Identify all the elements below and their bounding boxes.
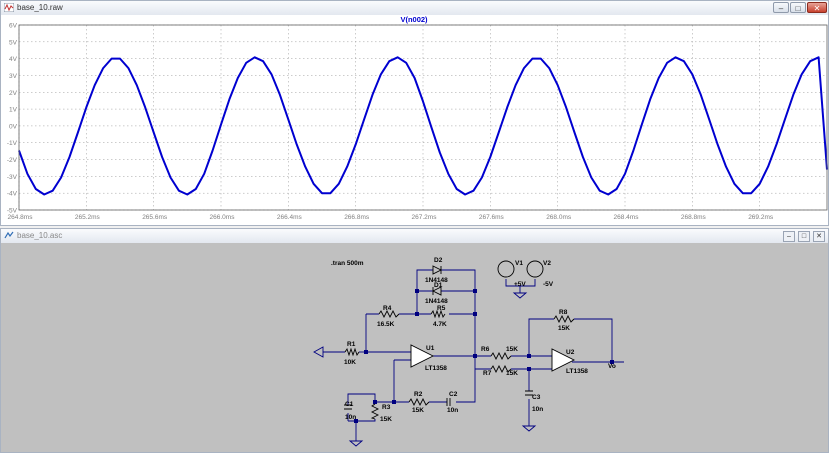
label-u1-value: LT1358 bbox=[425, 365, 447, 372]
label-v2-value: -5V bbox=[543, 281, 554, 288]
label-r5-value: 4.7K bbox=[433, 321, 447, 328]
label-r1-ref: R1 bbox=[347, 341, 356, 348]
plot-window[interactable]: base_10.raw – □ ✕ V(n002) 264.8ms 265.2ms… bbox=[0, 0, 829, 226]
x-tick-label: 265.2ms bbox=[75, 214, 101, 221]
label-r8-value: 15K bbox=[558, 325, 570, 332]
y-tick-label: -3V bbox=[7, 174, 18, 181]
y-tick-label: -1V bbox=[7, 140, 18, 147]
y-tick-label: 1V bbox=[9, 107, 18, 114]
x-tick-label: 267.6ms bbox=[479, 214, 505, 221]
y-tick-label: -5V bbox=[7, 208, 18, 215]
x-tick-label: 267.2ms bbox=[412, 214, 438, 221]
y-tick-label: 6V bbox=[9, 23, 18, 30]
minimize-button[interactable]: – bbox=[773, 2, 789, 13]
x-tick-label: 265.6ms bbox=[142, 214, 168, 221]
schematic-window-titlebar[interactable]: base_10.asc – □ ✕ bbox=[1, 229, 828, 244]
label-c1-value: 10n bbox=[345, 414, 356, 421]
y-tick-label: 3V bbox=[9, 73, 18, 80]
label-v2-ref: V2 bbox=[543, 260, 551, 267]
label-r6-ref: R6 bbox=[481, 346, 490, 353]
label-r4-ref: R4 bbox=[383, 305, 392, 312]
label-d2-ref: D2 bbox=[434, 257, 443, 264]
label-r7-ref: R7 bbox=[483, 370, 492, 377]
y-tick-label: -4V bbox=[7, 191, 18, 198]
schematic-window-title: base_10.asc bbox=[17, 231, 63, 240]
label-c2-value: 10n bbox=[447, 407, 458, 414]
schematic-restore-button[interactable]: □ bbox=[798, 231, 810, 242]
label-d1-value: 1N4148 bbox=[425, 298, 448, 305]
maximize-button[interactable]: □ bbox=[790, 2, 806, 13]
label-c3-value: 10n bbox=[532, 406, 543, 413]
label-c2-ref: C2 bbox=[449, 391, 458, 398]
label-r4-value: 16.5K bbox=[377, 321, 395, 328]
y-tick-label: 2V bbox=[9, 90, 18, 97]
label-r5-ref: R5 bbox=[437, 305, 446, 312]
label-v1-value: +5V bbox=[514, 281, 526, 288]
schematic-close-button[interactable]: ✕ bbox=[813, 231, 825, 242]
plot-window-titlebar[interactable]: base_10.raw – □ ✕ bbox=[1, 1, 828, 16]
label-r3-value: 15K bbox=[380, 416, 392, 423]
label-r2-ref: R2 bbox=[414, 391, 423, 398]
label-r2-value: 15K bbox=[412, 407, 424, 414]
schematic-canvas[interactable]: .tran 500m D2 1N4148 D1 1N4148 R4 16.5K … bbox=[1, 243, 828, 452]
schematic-minimize-button[interactable]: – bbox=[783, 231, 795, 242]
label-u1-ref: U1 bbox=[426, 345, 435, 352]
x-tick-label: 266.0ms bbox=[210, 214, 236, 221]
y-tick-label: 0V bbox=[9, 123, 18, 130]
tran-directive[interactable]: .tran 500m bbox=[331, 260, 364, 267]
label-v1-ref: V1 bbox=[515, 260, 523, 267]
y-tick-label: 5V bbox=[9, 39, 18, 46]
label-u2-value: LT1358 bbox=[566, 368, 588, 375]
label-d1-ref: D1 bbox=[434, 282, 443, 289]
output-net-label: Vo bbox=[608, 363, 616, 370]
x-tick-label: 268.0ms bbox=[546, 214, 572, 221]
label-c1-ref: C1 bbox=[345, 401, 354, 408]
trace-label[interactable]: V(n002) bbox=[400, 15, 428, 24]
plot-background bbox=[1, 15, 828, 225]
schematic-icon bbox=[4, 231, 14, 239]
close-button[interactable]: ✕ bbox=[807, 2, 827, 13]
label-r7-value: 15K bbox=[506, 370, 518, 377]
x-tick-label: 266.4ms bbox=[277, 214, 303, 221]
x-tick-label: 264.8ms bbox=[8, 214, 34, 221]
x-tick-label: 266.8ms bbox=[344, 214, 370, 221]
label-r1-value: 10K bbox=[344, 359, 356, 366]
label-r6-value: 15K bbox=[506, 346, 518, 353]
y-tick-label: -2V bbox=[7, 157, 18, 164]
label-r3-ref: R3 bbox=[382, 404, 391, 411]
label-u2-ref: U2 bbox=[566, 349, 575, 356]
y-tick-label: 4V bbox=[9, 56, 18, 63]
label-c3-ref: C3 bbox=[532, 394, 541, 401]
plot-window-title: base_10.raw bbox=[17, 3, 63, 12]
label-r8-ref: R8 bbox=[559, 309, 568, 316]
x-tick-label: 268.8ms bbox=[681, 214, 707, 221]
x-tick-label: 268.4ms bbox=[614, 214, 640, 221]
x-tick-label: 269.2ms bbox=[748, 214, 774, 221]
waveform-plot[interactable]: V(n002) 264.8ms 265.2ms 265.6ms 266.0ms 266.… bbox=[1, 15, 828, 225]
waveform-icon bbox=[4, 3, 14, 12]
schematic-window[interactable]: base_10.asc – □ ✕ .tran 500m D2 1N4148 D… bbox=[0, 228, 829, 453]
